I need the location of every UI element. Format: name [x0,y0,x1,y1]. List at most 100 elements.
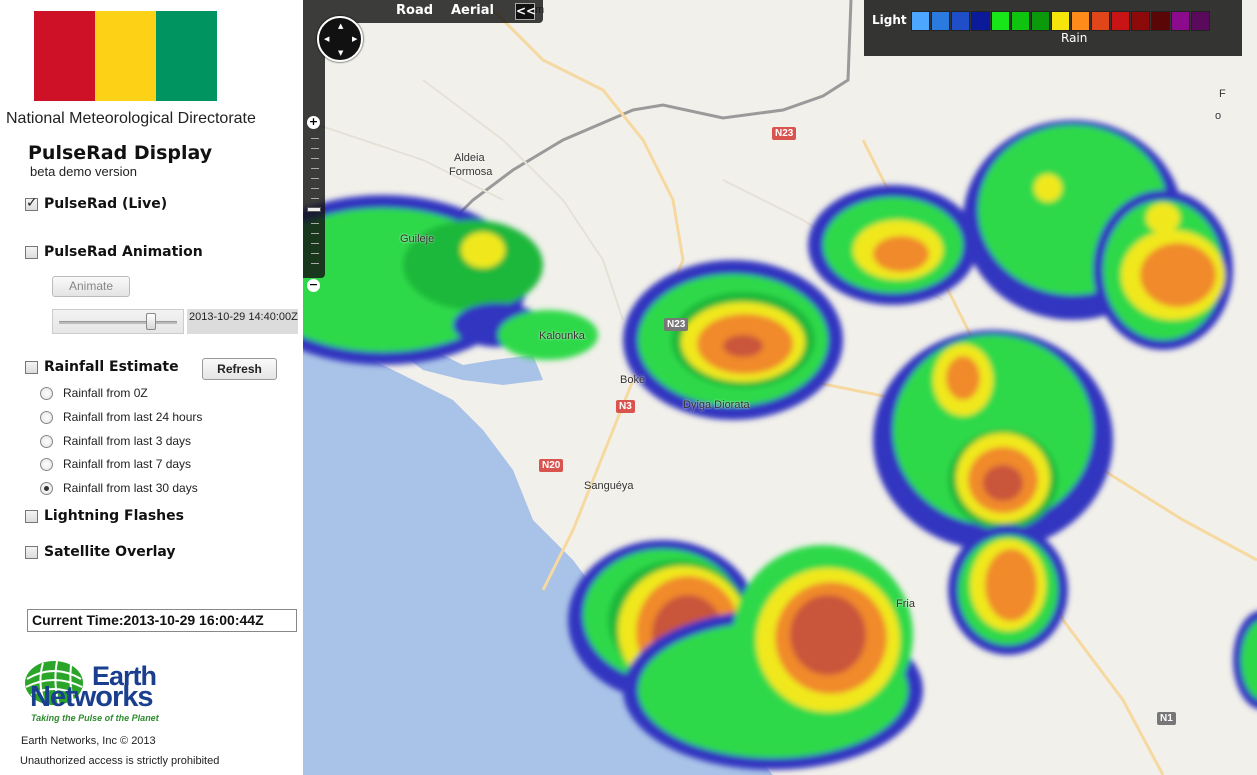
legend-swatch [1071,11,1090,31]
legend-rain-label: Rain [1061,31,1088,45]
pulserad-live-toggle[interactable]: PulseRad (Live) [25,195,167,212]
animation-time-slider[interactable] [52,309,184,334]
page-title: PulseRad Display [28,142,213,164]
road-shield: N3 [616,400,635,413]
legend-swatch [1171,11,1190,31]
rainfall-option[interactable]: Rainfall from last 3 days [40,434,191,448]
zoom-tick [311,168,319,169]
rainfall-option[interactable]: Rainfall from last 7 days [40,457,191,471]
animate-button[interactable]: Animate [52,276,130,297]
aerial-view-button[interactable]: Aerial [451,3,494,18]
rainfall-radio[interactable] [40,457,53,471]
place-label: Aldeia [454,152,485,164]
lightning-checkbox[interactable] [25,509,38,523]
collapse-icon[interactable]: << [515,3,536,20]
rainfall-option[interactable]: Rainfall from last 24 hours [40,410,202,424]
place-label: o [1215,110,1222,122]
access-warning: Unauthorized access is strictly prohibit… [20,755,220,767]
rainfall-option-label: Rainfall from last 3 days [63,434,192,448]
zoom-tick [311,148,319,149]
legend-swatch [1131,11,1150,31]
lightning-toggle[interactable]: Lightning Flashes [25,508,184,524]
legend-swatch [1151,11,1170,31]
earth-networks-logo: Earth Networks Taking the Pulse of the P… [20,655,195,727]
satellite-toggle[interactable]: Satellite Overlay [25,544,176,560]
zoom-tick [311,158,319,159]
compass-pan-control[interactable]: ▲ ▼ ◀ ▶ [317,16,363,62]
pan-right-icon[interactable]: ▶ [352,36,357,43]
rainfall-estimate-checkbox[interactable] [25,360,38,374]
satellite-label: Satellite Overlay [44,544,176,560]
legend-swatch [1011,11,1030,31]
rainfall-radio[interactable] [40,386,53,400]
place-label: Sanguéya [584,480,634,492]
legend-light-label: Light [872,13,907,27]
border-line [431,0,853,242]
pan-down-icon[interactable]: ▼ [338,50,343,57]
radar-map[interactable]: Aldeia Formosa Kalounka Boké Dyiga Diora… [303,0,1257,775]
rainfall-radio[interactable] [40,410,53,424]
pan-up-icon[interactable]: ▲ [338,23,343,30]
zoom-tick [311,178,319,179]
rainfall-option-label: Rainfall from last 30 days [63,481,198,495]
rainfall-radio[interactable] [40,434,53,448]
precipitation-legend: Light Rain [864,0,1242,56]
map-canvas[interactable] [303,0,1257,775]
logo-tagline: Taking the Pulse of the Planet [31,713,159,723]
current-time-display: Current Time:2013-10-29 16:00:44Z [27,609,297,632]
zoom-tick [311,138,319,139]
pan-left-icon[interactable]: ◀ [324,36,329,43]
slider-thumb[interactable] [146,313,156,330]
zoom-tick [311,263,319,264]
logo-text-networks: Networks [30,681,154,713]
rainfall-estimate-label: Rainfall Estimate [44,359,179,375]
guinea-flag [34,11,217,101]
legend-swatch [1191,11,1210,31]
flag-stripe-red [34,11,95,101]
road-shield: N23 [664,318,689,331]
page-subtitle: beta demo version [30,164,137,179]
organization-name: National Meteorological Directorate [6,110,256,127]
legend-swatch [1051,11,1070,31]
place-label: Kalounka [539,330,585,342]
place-label: Boké [620,374,646,386]
rainfall-option[interactable]: Rainfall from 0Z [40,386,148,400]
legend-swatch [1091,11,1110,31]
zoom-tick [311,223,319,224]
zoom-tick [311,253,319,254]
satellite-checkbox[interactable] [25,545,38,559]
refresh-button[interactable]: Refresh [202,358,277,380]
zoom-tick [311,188,319,189]
place-label: F [1219,88,1226,100]
place-label: Dyiga Diorata [683,399,750,411]
zoom-in-button[interactable]: + [307,116,320,129]
legend-swatch [971,11,990,31]
place-label: Guileje [400,233,435,245]
zoom-tick [311,233,319,234]
legend-swatch [911,11,930,31]
animation-time-display: 2013-10-29 14:40:00Z [187,309,298,334]
slider-track [59,321,177,324]
zoom-out-button[interactable]: − [307,279,320,292]
pulserad-animation-checkbox[interactable] [25,245,38,259]
rainfall-option-label: Rainfall from last 7 days [63,457,192,471]
zoom-slider-handle[interactable] [307,207,321,212]
road-view-button[interactable]: Road [396,3,433,18]
place-label: Fria [896,598,915,610]
rainfall-radio[interactable] [40,481,53,495]
legend-swatch [1031,11,1050,31]
legend-swatch [1111,11,1130,31]
zoom-tick [311,198,319,199]
pulserad-live-checkbox[interactable] [25,195,38,211]
pulserad-animation-label: PulseRad Animation [44,244,203,260]
road-shield: N20 [539,459,564,472]
legend-swatch [931,11,950,31]
zoom-tick [311,243,319,244]
place-label: Formosa [449,166,493,178]
pulserad-animation-toggle[interactable]: PulseRad Animation [25,244,203,260]
rainfall-option[interactable]: Rainfall from last 30 days [40,481,198,495]
legend-swatch [991,11,1010,31]
legend-swatches [911,11,1211,31]
rainfall-estimate-toggle[interactable]: Rainfall Estimate [25,359,179,375]
road-shield: N23 [772,127,797,140]
